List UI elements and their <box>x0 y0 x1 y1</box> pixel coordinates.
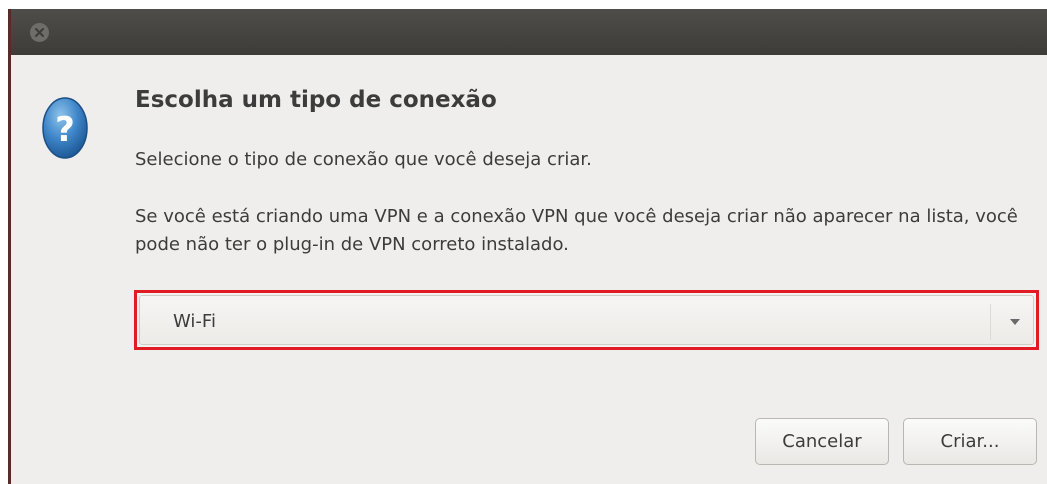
connection-type-select[interactable]: Wi-Fi <box>134 290 1039 350</box>
dialog-subtitle: Selecione o tipo de conexão que você des… <box>135 149 592 170</box>
dialog-window: ? Escolha um tipo de conexão Selecione o… <box>8 9 1047 484</box>
svg-text:?: ? <box>55 110 75 150</box>
select-separator <box>990 304 991 340</box>
question-icon: ? <box>42 97 88 159</box>
chevron-down-icon <box>1010 319 1020 325</box>
create-button[interactable]: Criar... <box>903 418 1037 465</box>
cancel-button[interactable]: Cancelar <box>755 418 889 465</box>
close-icon <box>35 28 44 37</box>
connection-type-select-box: Wi-Fi <box>139 295 1034 345</box>
dialog-info-text: Se você está criando uma VPN e a conexão… <box>135 206 1018 255</box>
dialog-title: Escolha um tipo de conexão <box>135 87 497 113</box>
titlebar <box>11 9 1047 55</box>
connection-type-value: Wi-Fi <box>173 311 216 332</box>
close-button[interactable] <box>30 23 49 42</box>
